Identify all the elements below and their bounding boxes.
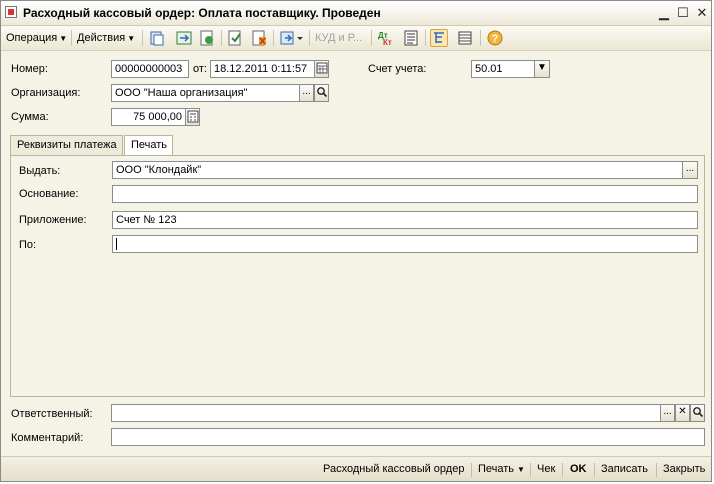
attachment-field[interactable]: Счет № 123 xyxy=(112,211,698,229)
toolbar-divider xyxy=(480,30,481,46)
help-icon[interactable]: ? xyxy=(486,29,504,47)
window-title: Расходный кассовый ордер: Оплата поставщ… xyxy=(23,6,381,20)
number-label: Номер: xyxy=(11,63,48,75)
select-ellipsis-icon[interactable]: ... xyxy=(660,404,675,422)
basis-field[interactable] xyxy=(112,185,698,203)
copy-document-icon[interactable] xyxy=(148,29,166,47)
dt-kt-icon[interactable]: Дт Кт xyxy=(377,29,395,47)
svg-text:Кт: Кт xyxy=(383,38,392,47)
calendar-icon[interactable] xyxy=(314,60,329,78)
print-tab-panel: Выдать: ООО "Клондайк" ... Основание: Пр… xyxy=(10,155,705,397)
save-button[interactable]: Записать xyxy=(601,463,648,475)
list-icon[interactable] xyxy=(456,29,474,47)
structure-icon[interactable] xyxy=(430,29,448,47)
number-field[interactable]: 00000000003 xyxy=(111,60,189,78)
document-icon xyxy=(5,6,17,18)
basis-label: Основание: xyxy=(19,188,79,200)
svg-text:?: ? xyxy=(492,33,499,45)
report-icon[interactable] xyxy=(402,29,420,47)
sum-field[interactable]: 75 000,00 xyxy=(111,108,186,126)
clear-icon[interactable]: ✕ xyxy=(675,404,690,422)
responsible-field[interactable] xyxy=(111,404,661,422)
account-label: Счет учета: xyxy=(368,63,427,75)
command-divider xyxy=(530,463,531,477)
sum-label: Сумма: xyxy=(11,111,49,123)
operation-menu[interactable]: Операция ▼ xyxy=(6,29,67,47)
tab-payment-details[interactable]: Реквизиты платежа xyxy=(10,135,123,155)
organization-label: Организация: xyxy=(11,87,81,99)
print-menu-label: Печать xyxy=(478,463,515,475)
title-bar: Расходный кассовый ордер: Оплата поставщ… xyxy=(1,1,711,26)
print-menu-button[interactable]: Печать ▼ xyxy=(478,463,525,475)
operation-menu-label: Операция xyxy=(6,32,58,44)
issue-field[interactable]: ООО "Клондайк" xyxy=(112,161,684,179)
command-divider xyxy=(594,463,595,477)
chevron-down-icon: ▼ xyxy=(127,34,136,43)
open-search-icon[interactable] xyxy=(690,404,705,422)
date-field[interactable]: 18.12.2011 0:11:57 xyxy=(210,60,315,78)
by-field[interactable] xyxy=(112,235,698,253)
toolbar-divider xyxy=(71,30,72,46)
unpost-icon[interactable] xyxy=(250,29,268,47)
close-button[interactable]: Закрыть xyxy=(663,463,705,475)
calculator-icon[interactable] xyxy=(185,108,200,126)
open-search-icon[interactable] xyxy=(314,84,329,102)
organization-field[interactable]: ООО "Наша организация" xyxy=(111,84,300,102)
account-field[interactable]: 50.01 xyxy=(471,60,535,78)
tab-print[interactable]: Печать xyxy=(124,135,173,156)
toolbar-divider xyxy=(425,30,426,46)
command-divider xyxy=(562,463,563,477)
command-divider xyxy=(656,463,657,477)
select-ellipsis-icon[interactable]: ... xyxy=(682,161,698,179)
minimize-icon[interactable]: ▁ xyxy=(656,5,672,21)
check-button[interactable]: Чек xyxy=(537,463,555,475)
select-ellipsis-icon[interactable]: ... xyxy=(299,84,314,102)
comment-field[interactable] xyxy=(111,428,705,446)
text-cursor xyxy=(116,238,117,250)
responsible-label: Ответственный: xyxy=(11,408,93,420)
refresh-icon[interactable] xyxy=(175,29,193,47)
date-label: от: xyxy=(193,63,207,75)
actions-menu-label: Действия xyxy=(77,32,126,44)
rko-print-button[interactable]: Расходный кассовый ордер xyxy=(323,463,464,475)
command-divider xyxy=(471,463,472,477)
related-docs-icon[interactable] xyxy=(279,29,303,47)
toolbar-divider xyxy=(221,30,222,46)
post-icon[interactable] xyxy=(226,29,244,47)
toolbar-divider xyxy=(273,30,274,46)
close-icon[interactable]: ✕ xyxy=(694,5,710,21)
issue-label: Выдать: xyxy=(19,165,61,177)
kud-button[interactable]: КУД и Р... xyxy=(315,29,362,47)
ok-button[interactable]: OK xyxy=(570,463,587,475)
actions-menu[interactable]: Действия ▼ xyxy=(77,29,135,47)
reload-icon[interactable] xyxy=(198,29,216,47)
chevron-down-icon: ▼ xyxy=(517,465,525,474)
toolbar-divider xyxy=(142,30,143,46)
toolbar-divider xyxy=(309,30,310,46)
account-dropdown-icon[interactable]: ▼ xyxy=(534,60,550,78)
command-bar: Расходный кассовый ордер Печать ▼ Чек OK … xyxy=(1,456,711,481)
chevron-down-icon: ▼ xyxy=(59,34,68,43)
maximize-icon[interactable]: ☐ xyxy=(675,5,691,21)
document-window: Расходный кассовый ордер: Оплата поставщ… xyxy=(0,0,712,482)
by-label: По: xyxy=(19,239,37,251)
comment-label: Комментарий: xyxy=(11,432,84,444)
attachment-label: Приложение: xyxy=(19,214,87,226)
toolbar-divider xyxy=(371,30,372,46)
toolbar: Операция ▼ Действия ▼ КУД и Р... Дт Кт ? xyxy=(1,26,711,51)
